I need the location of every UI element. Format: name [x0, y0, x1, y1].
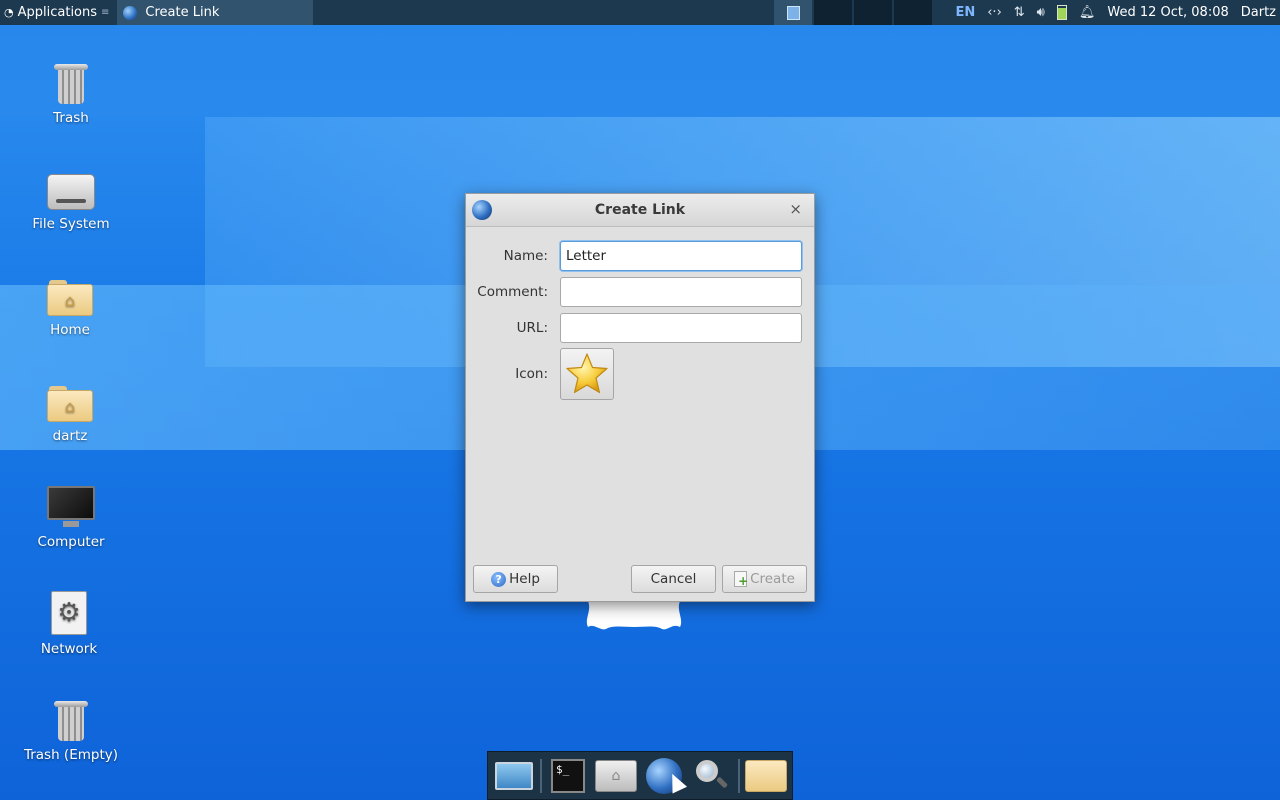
clock[interactable]: Wed 12 Oct, 08:08 — [1107, 5, 1228, 20]
help-button[interactable]: ? Help — [473, 565, 558, 593]
workspace-1[interactable] — [774, 0, 814, 25]
dock-item-app-finder[interactable] — [690, 756, 734, 796]
dock-separator — [540, 758, 542, 793]
applications-menu-icon: ◔ — [4, 6, 14, 19]
workspace-3[interactable] — [854, 0, 894, 25]
battery-icon[interactable] — [1056, 5, 1067, 20]
monitor-icon — [47, 486, 95, 528]
home-folder-icon: ⌂ — [47, 280, 93, 316]
user-menu[interactable]: Dartz — [1241, 5, 1276, 20]
file-manager-icon: ⌂ — [595, 759, 637, 792]
icon-row: Icon: — [466, 348, 816, 400]
create-button-label: Create — [750, 571, 795, 587]
top-panel: ◔ Applications ≡ Create Link EN ‹·› ⇅ 🔊︎… — [0, 0, 1280, 25]
app-finder-icon — [694, 758, 730, 794]
desktop-icon-trash[interactable]: Trash — [16, 52, 126, 126]
bottom-dock: $_ ⌂ — [487, 751, 793, 800]
desktop-icon-dartz[interactable]: ⌂ dartz — [15, 370, 125, 444]
dock-item-terminal[interactable]: $_ — [546, 756, 590, 796]
notification-bell-icon[interactable]: 🔔︎ — [1079, 5, 1096, 20]
globe-icon — [123, 5, 138, 20]
mascot-paws-icon — [586, 601, 682, 630]
desktop-icon-label: File System — [32, 216, 110, 232]
desktop-icon-label: Trash — [53, 110, 89, 126]
applications-menu-label: Applications — [17, 5, 98, 20]
icon-label: Icon: — [515, 366, 548, 382]
cancel-button[interactable]: Cancel — [631, 565, 716, 593]
dock-item-folder[interactable] — [744, 756, 788, 796]
url-field[interactable] — [560, 313, 802, 343]
dialog-titlebar[interactable]: Create Link × — [466, 194, 814, 227]
volume-icon[interactable]: 🔊︎ — [1037, 5, 1045, 20]
desktop-icon-label: Trash (Empty) — [23, 747, 119, 763]
dock-separator — [738, 758, 740, 793]
network-updown-icon[interactable]: ⇅ — [1014, 5, 1025, 20]
help-button-label: Help — [509, 571, 540, 587]
menu-handle-icon: ≡ — [101, 7, 110, 18]
create-link-dialog: Create Link × Name: Comment: URL: Icon: … — [465, 193, 815, 602]
comment-field[interactable] — [560, 277, 802, 307]
show-desktop-icon — [495, 761, 533, 790]
desktop-icon-home[interactable]: ⌂ Home — [15, 264, 125, 338]
help-icon: ? — [491, 571, 507, 587]
globe-icon — [472, 200, 492, 220]
dock-item-file-manager[interactable]: ⌂ — [594, 756, 638, 796]
wallpaper-band — [0, 25, 1280, 117]
icon-picker-button[interactable] — [560, 348, 614, 400]
desktop-icon-label: Home — [50, 322, 90, 338]
applications-menu[interactable]: ◔ Applications ≡ — [0, 0, 113, 25]
desktop-icon-label: dartz — [52, 428, 88, 444]
close-icon[interactable]: × — [789, 200, 802, 218]
trash-icon — [54, 701, 88, 741]
name-field[interactable] — [560, 241, 802, 271]
network-icon: ⚙ — [51, 591, 87, 635]
comment-label: Comment: — [477, 284, 548, 300]
system-tray: EN ‹·› ⇅ 🔊︎ 🔔︎ Wed 12 Oct, 08:08 Dartz — [955, 0, 1280, 25]
trash-icon — [54, 64, 88, 104]
create-button[interactable]: Create — [722, 565, 807, 593]
taskbar-item-create-link[interactable]: Create Link — [117, 0, 314, 25]
workspace-switcher — [774, 0, 934, 25]
drive-icon — [47, 174, 95, 210]
desktop-icon-trash-empty[interactable]: Trash (Empty) — [16, 689, 126, 763]
workspace-2[interactable] — [814, 0, 854, 25]
taskbar-item-label: Create Link — [145, 5, 220, 20]
name-label: Name: — [503, 248, 548, 264]
desktop-icon-network[interactable]: ⚙ Network — [14, 583, 124, 657]
new-document-icon — [734, 571, 748, 587]
url-label: URL: — [516, 320, 548, 336]
desktop-icon-computer[interactable]: Computer — [16, 476, 126, 550]
dialog-title: Create Link — [594, 202, 686, 218]
desktop-icon-file-system[interactable]: File System — [16, 158, 126, 232]
star-icon — [566, 353, 608, 394]
dock-item-show-desktop[interactable] — [492, 756, 536, 796]
cancel-button-label: Cancel — [650, 571, 697, 587]
workspace-4[interactable] — [894, 0, 934, 25]
keyboard-layout-indicator[interactable]: EN — [955, 5, 975, 20]
home-folder-icon: ⌂ — [47, 386, 93, 422]
terminal-icon: $_ — [551, 758, 585, 793]
desktop-icon-label: Network — [40, 641, 98, 657]
folder-icon — [745, 759, 787, 792]
desktop-icon-label: Computer — [37, 534, 105, 550]
network-activity-icon[interactable]: ‹·› — [987, 5, 1002, 20]
